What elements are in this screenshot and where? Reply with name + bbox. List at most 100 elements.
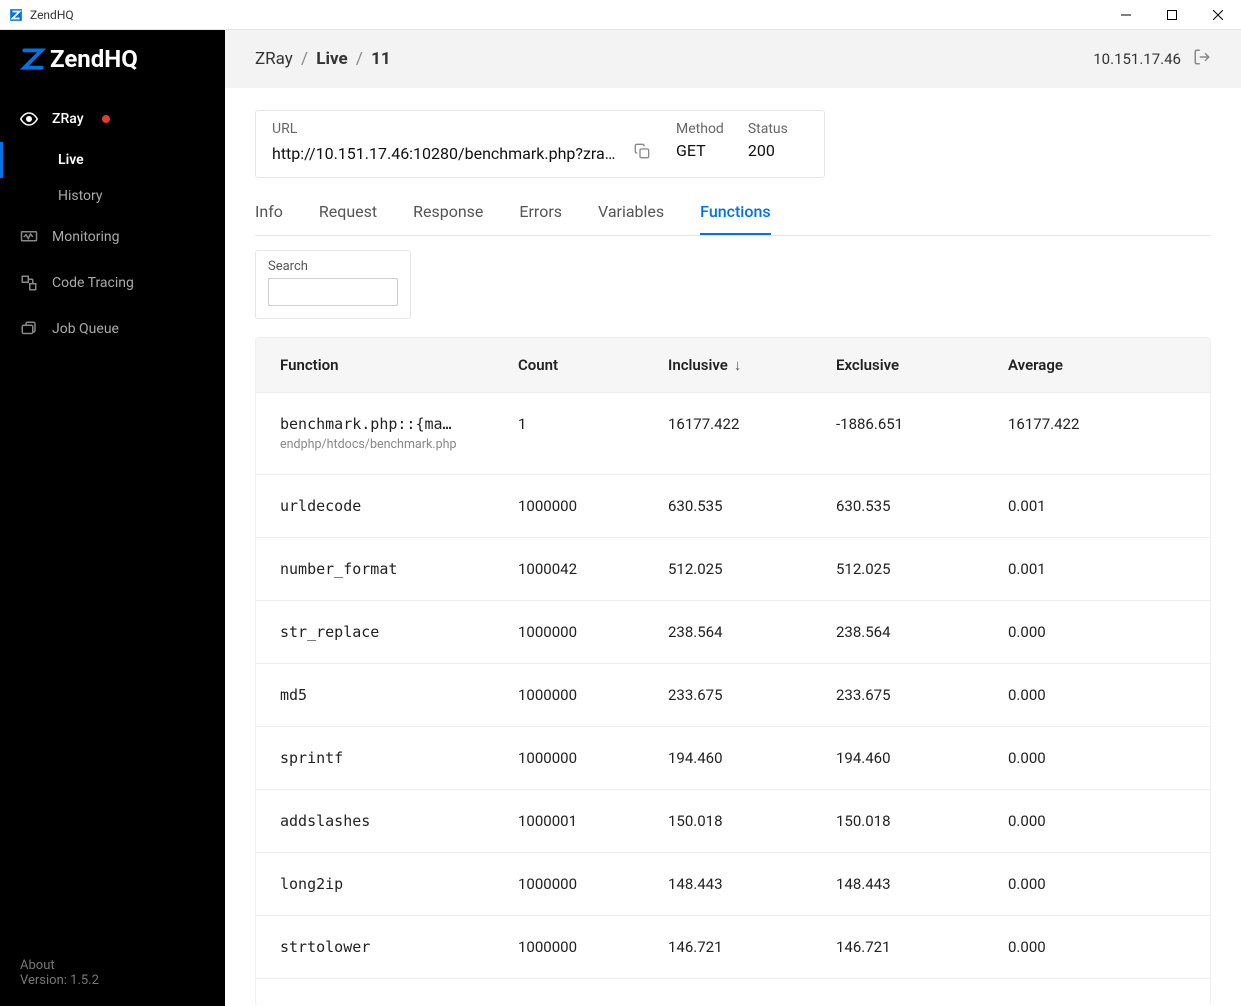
table-header-count[interactable]: Count <box>506 356 656 374</box>
breadcrumb: ZRay / Live / 11 <box>255 49 391 69</box>
tab-functions[interactable]: Functions <box>700 192 770 235</box>
cell-inclusive: 194.460 <box>656 749 824 767</box>
table-row[interactable]: number_format1000042512.025512.0250.001 <box>256 538 1210 601</box>
cell-inclusive: 238.564 <box>656 623 824 641</box>
tab-info[interactable]: Info <box>255 192 283 235</box>
cell-exclusive: -1886.651 <box>824 415 996 433</box>
cell-exclusive: 148.443 <box>824 875 996 893</box>
table-row[interactable]: strtolower1000000146.721146.7210.000 <box>256 916 1210 979</box>
window-minimize-button[interactable] <box>1103 0 1149 30</box>
cell-average: 0.001 <box>996 560 1146 578</box>
sidebar: ZendHQ ZRay Live History Monitoring <box>0 30 225 1006</box>
cell-exclusive: 238.564 <box>824 623 996 641</box>
cell-average: 0.000 <box>996 812 1146 830</box>
tab-errors[interactable]: Errors <box>519 192 562 235</box>
cell-count: 1000000 <box>506 749 656 767</box>
request-summary-panel: URL http://10.151.17.46:10280/benchmark.… <box>255 110 825 178</box>
cell-exclusive: 150.018 <box>824 812 996 830</box>
function-name: addslashes <box>280 812 494 830</box>
table-row[interactable]: urldecode1000000630.535630.5350.001 <box>256 475 1210 538</box>
cell-count: 1000000 <box>506 686 656 704</box>
cell-count: 1000001 <box>506 812 656 830</box>
about-link[interactable]: About <box>20 958 205 973</box>
cell-inclusive: 233.675 <box>656 686 824 704</box>
url-label: URL <box>272 121 652 137</box>
sidebar-item-zray[interactable]: ZRay <box>0 96 225 142</box>
sidebar-item-label: History <box>58 188 103 204</box>
tab-request[interactable]: Request <box>319 192 377 235</box>
app-icon <box>8 7 24 23</box>
table-row[interactable]: md51000000233.675233.6750.000 <box>256 664 1210 727</box>
sidebar-item-label: Monitoring <box>52 229 120 245</box>
sidebar-subitem-history[interactable]: History <box>0 178 225 214</box>
cell-count: 1000000 <box>506 497 656 515</box>
cell-count: 1000000 <box>506 938 656 956</box>
server-ip-text: 10.151.17.46 <box>1093 50 1181 68</box>
sidebar-nav: ZRay Live History Monitoring Code Tracin… <box>0 88 225 940</box>
table-body[interactable]: benchmark.php::{ma…endphp/htdocs/benchma… <box>256 393 1210 1006</box>
sidebar-item-label: Job Queue <box>52 321 119 337</box>
function-name: strtolower <box>280 938 494 956</box>
eye-icon <box>20 110 38 128</box>
monitor-icon <box>20 228 38 246</box>
cell-inclusive: 150.018 <box>656 812 824 830</box>
cell-inclusive: 630.535 <box>656 497 824 515</box>
breadcrumb-separator: / <box>356 49 363 69</box>
table-header-function[interactable]: Function <box>256 356 506 374</box>
version-text: Version: 1.5.2 <box>20 973 205 988</box>
cell-average: 0.000 <box>996 686 1146 704</box>
cell-average: 0.001 <box>996 497 1146 515</box>
table-row[interactable]: sprintf1000000194.460194.4600.000 <box>256 727 1210 790</box>
sidebar-item-code-tracing[interactable]: Code Tracing <box>0 260 225 306</box>
sidebar-item-monitoring[interactable]: Monitoring <box>0 214 225 260</box>
cell-count: 1000000 <box>506 623 656 641</box>
table-header-row: Function Count Inclusive↓ Exclusive Aver… <box>256 338 1210 393</box>
cell-inclusive: 16177.422 <box>656 415 824 433</box>
function-name: benchmark.php::{ma… <box>280 415 494 433</box>
recording-indicator-icon <box>102 115 110 123</box>
cell-exclusive: 233.675 <box>824 686 996 704</box>
detail-tabs: Info Request Response Errors Variables Functi… <box>255 192 1211 236</box>
status-label: Status <box>748 121 788 137</box>
sidebar-subitem-live[interactable]: Live <box>0 142 225 178</box>
cell-count: 1000000 <box>506 875 656 893</box>
brand-logo: ZendHQ <box>0 30 225 88</box>
brand-logo-icon <box>20 46 46 72</box>
cell-inclusive: 146.721 <box>656 938 824 956</box>
sidebar-footer: About Version: 1.5.2 <box>0 940 225 1006</box>
window-titlebar: ZendHQ <box>0 0 1241 30</box>
tab-variables[interactable]: Variables <box>598 192 664 235</box>
main-content: ZRay / Live / 11 10.151.17.46 URL http:/… <box>225 30 1241 1006</box>
cell-average: 0.000 <box>996 938 1146 956</box>
table-row[interactable]: str_replace1000000238.564238.5640.000 <box>256 601 1210 664</box>
copy-url-button[interactable] <box>632 141 652 165</box>
window-maximize-button[interactable] <box>1149 0 1195 30</box>
sort-desc-icon: ↓ <box>734 356 742 374</box>
cell-average: 0.000 <box>996 623 1146 641</box>
cell-inclusive: 148.443 <box>656 875 824 893</box>
disconnect-button[interactable] <box>1193 48 1211 70</box>
table-row[interactable]: long2ip1000000148.443148.4430.000 <box>256 853 1210 916</box>
table-row[interactable]: addslashes1000001150.018150.0180.000 <box>256 790 1210 853</box>
sidebar-item-job-queue[interactable]: Job Queue <box>0 306 225 352</box>
function-name: md5 <box>280 686 494 704</box>
topbar: ZRay / Live / 11 10.151.17.46 <box>225 30 1241 88</box>
function-name: long2ip <box>280 875 494 893</box>
sidebar-item-label: Live <box>58 152 84 168</box>
window-close-button[interactable] <box>1195 0 1241 30</box>
url-value: http://10.151.17.46:10280/benchmark.php?… <box>272 144 624 163</box>
function-path: endphp/htdocs/benchmark.php <box>280 437 494 452</box>
table-header-average[interactable]: Average <box>996 356 1146 374</box>
table-header-exclusive[interactable]: Exclusive <box>824 356 996 374</box>
table-header-inclusive[interactable]: Inclusive↓ <box>656 356 824 374</box>
breadcrumb-item[interactable]: ZRay <box>255 49 293 69</box>
status-value: 200 <box>748 141 788 160</box>
table-row[interactable]: benchmark.php::{ma…endphp/htdocs/benchma… <box>256 393 1210 475</box>
breadcrumb-item[interactable]: Live <box>316 49 347 69</box>
search-input[interactable] <box>268 278 398 306</box>
method-label: Method <box>676 121 724 137</box>
search-label: Search <box>268 259 398 274</box>
cell-average: 0.000 <box>996 875 1146 893</box>
sidebar-item-label: ZRay <box>52 111 84 127</box>
tab-response[interactable]: Response <box>413 192 483 235</box>
